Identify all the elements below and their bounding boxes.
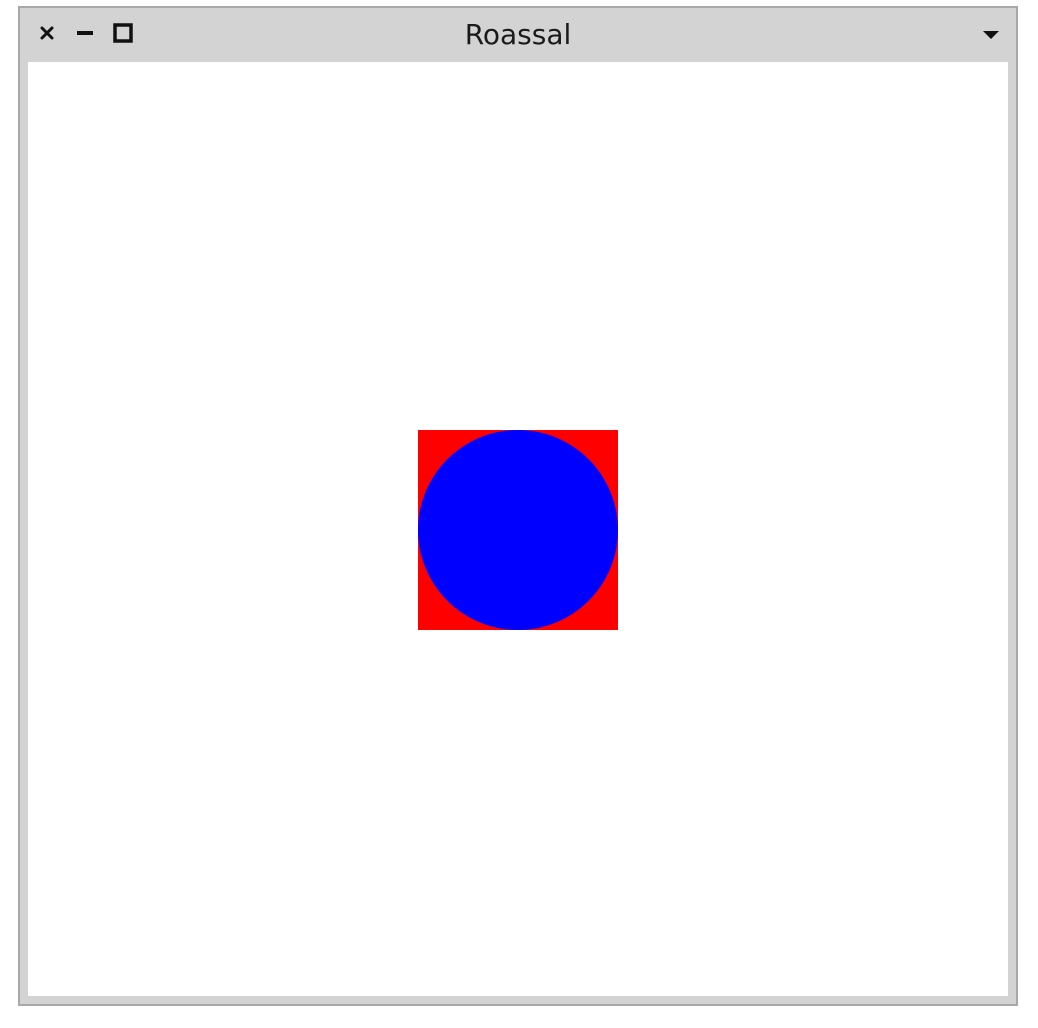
minimize-button[interactable]	[72, 21, 98, 49]
close-button[interactable]	[34, 21, 60, 49]
dropdown-arrow-icon	[982, 26, 1000, 45]
roassal-window: Roassal	[18, 6, 1018, 1006]
maximize-button[interactable]	[110, 21, 136, 49]
blue-circle-shape[interactable]	[418, 430, 618, 630]
roassal-canvas[interactable]	[28, 62, 1008, 996]
close-icon	[39, 25, 55, 45]
title-bar[interactable]: Roassal	[20, 8, 1016, 62]
window-title: Roassal	[464, 18, 572, 51]
maximize-icon	[113, 23, 133, 47]
window-menu-button[interactable]	[978, 21, 1004, 49]
minimize-icon	[76, 25, 94, 45]
